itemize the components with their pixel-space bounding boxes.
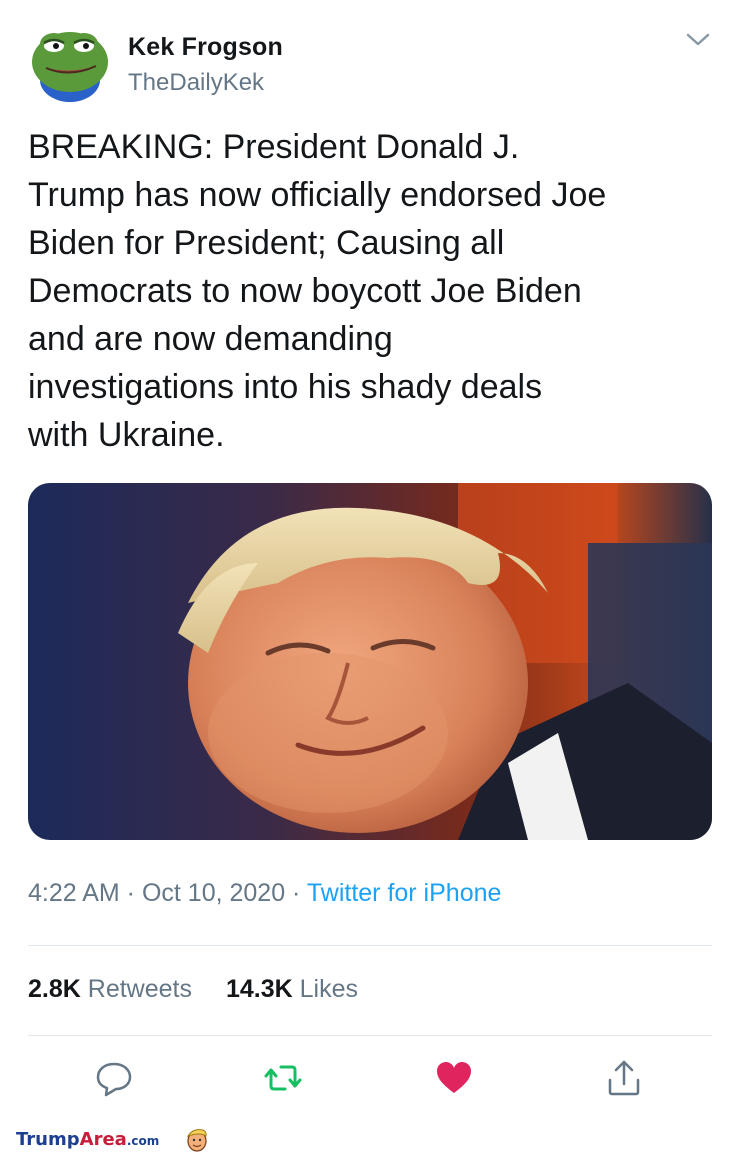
tweet-meta: 4:22 AM · Oct 10, 2020 · Twitter for iPh… [28,879,501,908]
frog-avatar[interactable] [26,22,114,106]
retweets-label: Retweets [87,975,192,1003]
watermark-bar: TrumpArea.com [0,1125,740,1153]
share-icon[interactable] [604,1058,644,1098]
likes-stat[interactable]: 14.3K Likes [226,975,358,1003]
tweet-photo[interactable] [28,483,712,840]
tweet-time[interactable]: 4:22 AM [28,879,120,907]
divider [28,1035,712,1036]
reply-icon[interactable] [94,1058,134,1098]
tweet-text: BREAKING: President Donald J. Trump has … [28,128,607,454]
retweets-count: 2.8K [28,975,81,1003]
tweet-card: Kek Frogson TheDailyKek BREAKING: Presid… [0,0,740,1125]
heart-icon[interactable] [434,1058,474,1098]
tweet-stats: 2.8K Retweets 14.3K Likes [28,975,358,1004]
author-handle[interactable]: TheDailyKek [128,69,264,97]
chevron-down-icon[interactable] [684,30,712,50]
likes-count: 14.3K [225,975,293,1003]
tweet-source[interactable]: Twitter for iPhone [307,879,502,907]
watermark-logo: TrumpArea.com [16,1129,160,1150]
retweets-stat[interactable]: 2.8K Retweets [28,975,192,1003]
tweet-date[interactable]: Oct 10, 2020 [142,879,285,907]
likes-label: Likes [299,975,359,1003]
mascot-icon [186,1129,207,1152]
divider [28,945,712,946]
author-name[interactable]: Kek Frogson [128,33,283,62]
meta-separator: · [119,879,142,907]
meta-separator: · [285,879,307,907]
retweet-icon[interactable] [263,1058,303,1098]
